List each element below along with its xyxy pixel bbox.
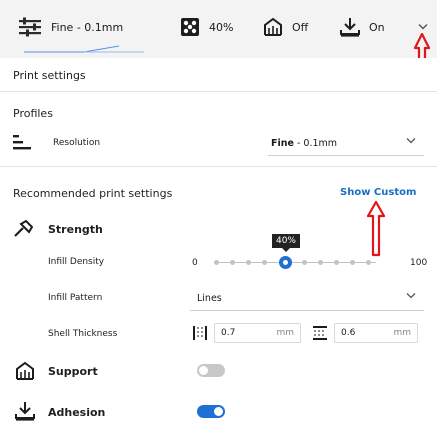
show-custom-button[interactable]: Show Custom bbox=[340, 187, 416, 198]
adhesion-toggle-knob bbox=[214, 407, 223, 416]
support-icon bbox=[16, 361, 34, 380]
shell-thickness-label: Shell Thickness bbox=[48, 329, 118, 339]
infill-summary-label: 40% bbox=[209, 20, 234, 34]
slider-tick bbox=[302, 260, 307, 265]
wall-thickness-unit: mm bbox=[276, 328, 294, 338]
adhesion-summary[interactable]: On bbox=[340, 17, 385, 37]
adhesion-heading: Adhesion bbox=[48, 406, 106, 419]
infill-pattern-label: Infill Pattern bbox=[48, 293, 103, 303]
wall-thickness-icon bbox=[193, 326, 207, 340]
support-icon bbox=[264, 17, 282, 36]
topbottom-thickness-icon bbox=[313, 326, 327, 340]
slider-tick bbox=[318, 260, 323, 265]
resolution-value-quality: Fine bbox=[271, 137, 294, 149]
sliders-icon bbox=[19, 17, 41, 37]
annotation-arrow-middle bbox=[366, 201, 386, 257]
adhesion-icon bbox=[340, 18, 360, 37]
infill-pattern-value: Lines bbox=[197, 292, 222, 304]
infill-summary[interactable]: 40% bbox=[180, 17, 233, 37]
profiles-heading: Profiles bbox=[13, 107, 53, 120]
adhesion-icon bbox=[15, 402, 35, 421]
profile-summary[interactable]: Fine - 0.1mm bbox=[18, 17, 123, 37]
title-divider bbox=[0, 91, 437, 92]
resolution-dropdown[interactable]: Fine - 0.1mm bbox=[268, 131, 424, 156]
print-setup-header[interactable]: Fine - 0.1mm 40% Off On bbox=[0, 0, 437, 59]
adhesion-toggle[interactable] bbox=[197, 405, 225, 418]
slider-tick bbox=[350, 260, 355, 265]
support-toggle-knob bbox=[199, 366, 208, 375]
support-heading: Support bbox=[48, 365, 98, 378]
infill-icon bbox=[181, 18, 199, 36]
chevron-down-icon[interactable] bbox=[418, 23, 428, 31]
slider-tick bbox=[366, 260, 371, 265]
slider-tick bbox=[230, 260, 235, 265]
topbottom-thickness-value: 0.6 bbox=[341, 328, 356, 338]
slider-tick bbox=[262, 260, 267, 265]
profiles-divider bbox=[0, 166, 437, 167]
viewport-edge-lines bbox=[24, 45, 144, 53]
slider-tick bbox=[214, 260, 219, 265]
resolution-icon bbox=[13, 135, 31, 150]
chevron-down-icon bbox=[406, 293, 416, 299]
recommended-heading: Recommended print settings bbox=[13, 187, 173, 200]
support-toggle[interactable] bbox=[197, 364, 225, 377]
slider-min-label: 0 bbox=[192, 258, 198, 268]
slider-tick bbox=[246, 260, 251, 265]
resolution-value-layer: - 0.1mm bbox=[293, 137, 338, 149]
profile-summary-label: Fine - 0.1mm bbox=[51, 20, 124, 34]
infill-density-label: Infill Density bbox=[48, 257, 105, 267]
topbottom-thickness-unit: mm bbox=[393, 328, 411, 338]
slider-tick bbox=[334, 260, 339, 265]
wall-thickness-value: 0.7 bbox=[221, 328, 236, 338]
strength-heading: Strength bbox=[48, 223, 103, 236]
slider-tooltip: 40% bbox=[272, 234, 300, 252]
adhesion-summary-label: On bbox=[369, 20, 385, 34]
chevron-down-icon bbox=[406, 138, 416, 144]
wall-thickness-input[interactable]: 0.7 mm bbox=[214, 323, 301, 343]
topbottom-thickness-input[interactable]: 0.6 mm bbox=[334, 323, 418, 343]
support-summary-label: Off bbox=[292, 20, 309, 34]
slider-thumb[interactable] bbox=[279, 256, 292, 269]
strength-icon bbox=[14, 220, 33, 237]
infill-pattern-dropdown[interactable]: Lines bbox=[190, 286, 424, 311]
panel-title: Print settings bbox=[13, 69, 86, 82]
resolution-label: Resolution bbox=[53, 138, 101, 148]
slider-max-label: 100 bbox=[410, 258, 428, 268]
support-summary[interactable]: Off bbox=[263, 17, 308, 37]
